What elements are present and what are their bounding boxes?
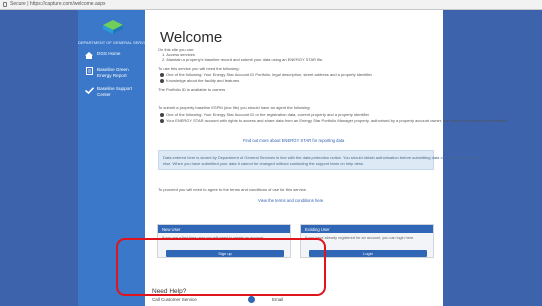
submit-item: One of the following: Your Energy Star A… bbox=[166, 112, 370, 117]
home-icon bbox=[84, 51, 94, 59]
sidebar-item-report[interactable]: Baseline Green Energy Report bbox=[84, 67, 142, 79]
lock-icon bbox=[3, 2, 7, 7]
bullet-icon bbox=[160, 113, 164, 117]
document-icon bbox=[84, 67, 94, 75]
email-icon bbox=[248, 296, 255, 303]
intro-item: 2. Maintain a property's baseline record… bbox=[162, 57, 324, 62]
requires-label: To use this service you will need the fo… bbox=[158, 66, 240, 71]
address-url[interactable]: Secure | https://capture.com/welcome.asp… bbox=[10, 1, 106, 7]
bullet-icon bbox=[160, 119, 164, 123]
check-icon bbox=[84, 86, 94, 94]
info-text: else. When you have submitted your data … bbox=[163, 161, 365, 166]
requires-item: One of the following: Your Energy Star A… bbox=[166, 72, 372, 77]
terms-link[interactable]: View the terms and conditions here bbox=[258, 198, 323, 203]
bullet-icon bbox=[160, 79, 164, 83]
sidebar-item-label: Baseline Support Center bbox=[97, 86, 132, 97]
info-text: Data entered here is stored by Departmen… bbox=[163, 155, 479, 160]
requires-note: The Portfolio ID is available to owners bbox=[158, 87, 226, 92]
email-link[interactable]: Email bbox=[272, 297, 283, 302]
logo-icon bbox=[103, 20, 123, 34]
requires-item: Knowledge about the facility and feature… bbox=[166, 78, 240, 83]
submit-label: To submit a property baseline ESPM (doc … bbox=[158, 105, 311, 110]
help-title: Need Help? bbox=[152, 288, 187, 295]
sidebar-item-home[interactable]: DGS Home bbox=[84, 51, 142, 59]
submit-item: Your ENERGY STAR account with rights to … bbox=[166, 118, 508, 123]
card-title: New User bbox=[158, 225, 290, 233]
login-button[interactable]: Login bbox=[309, 250, 427, 257]
page-background-left bbox=[0, 10, 78, 306]
highlight-annotation bbox=[116, 238, 326, 296]
sidebar-item-label: Baseline Green Energy Report bbox=[97, 67, 129, 78]
energy-star-link[interactable]: Find out more about ENERGY STAR for repo… bbox=[243, 138, 344, 143]
info-box: Data entered here is stored by Departmen… bbox=[158, 150, 479, 170]
sidebar-item-label: DGS Home bbox=[97, 51, 121, 56]
logo-text: DEPARTMENT OF GENERAL SERVICES bbox=[78, 40, 154, 45]
browser-address-bar[interactable]: Secure | https://capture.com/welcome.asp… bbox=[0, 0, 542, 10]
card-title: Existing User bbox=[301, 225, 433, 233]
terms-text: To proceed you will need to agree to the… bbox=[158, 187, 307, 192]
bullet-icon bbox=[160, 73, 164, 77]
page-title: Welcome bbox=[160, 29, 223, 46]
call-customer-service-link[interactable]: Call Customer Service bbox=[152, 297, 197, 302]
sidebar-item-support[interactable]: Baseline Support Center bbox=[84, 86, 142, 98]
